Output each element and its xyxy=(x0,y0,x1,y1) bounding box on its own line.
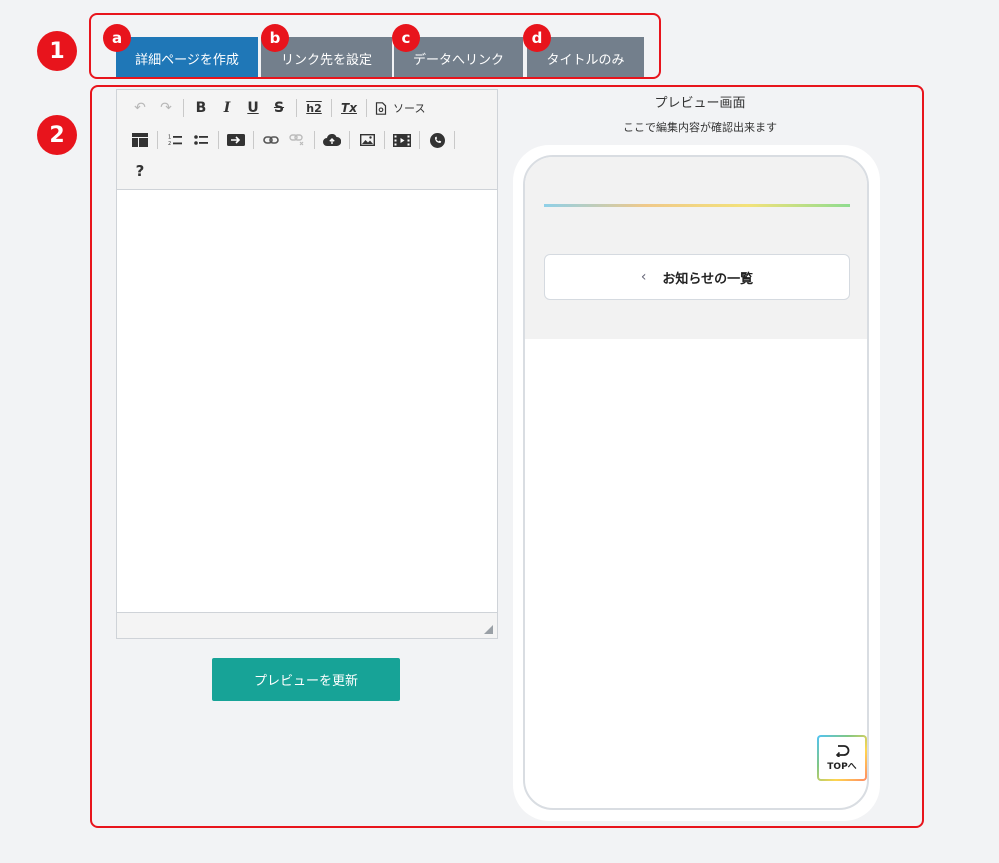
back-to-top-button[interactable]: TOPへ xyxy=(817,735,867,781)
editor-toolbar: ↶ ↷ B I U S h2 Tx ソース 1 2 ? xyxy=(117,90,497,190)
toolbar-separator xyxy=(331,99,332,117)
insert-button-icon[interactable] xyxy=(223,127,249,153)
bullet-list-icon[interactable] xyxy=(188,127,214,153)
undo-icon[interactable]: ↶ xyxy=(127,95,153,121)
notice-list-button[interactable]: ‹ お知らせの一覧 xyxy=(544,254,850,300)
editor-status-bar xyxy=(117,612,497,638)
notice-list-label: お知らせの一覧 xyxy=(662,271,754,287)
top-button-label: TOPへ xyxy=(827,761,857,772)
toolbar-separator xyxy=(253,131,254,149)
source-label: ソース xyxy=(393,102,426,115)
phone-icon[interactable] xyxy=(424,127,450,153)
rich-text-editor: ↶ ↷ B I U S h2 Tx ソース 1 2 ? xyxy=(116,89,498,639)
marker-2: 2 xyxy=(37,115,77,155)
redo-icon[interactable]: ↷ xyxy=(153,95,179,121)
cloud-upload-icon[interactable] xyxy=(319,127,345,153)
svg-text:1: 1 xyxy=(168,135,171,141)
underline-button[interactable]: U xyxy=(240,95,266,121)
image-icon[interactable] xyxy=(354,127,380,153)
help-icon[interactable]: ? xyxy=(127,158,153,184)
svg-text:2: 2 xyxy=(168,141,171,146)
return-arrow-icon xyxy=(835,744,850,757)
clear-format-button[interactable]: Tx xyxy=(336,95,362,121)
preview-title: プレビュー画面 xyxy=(654,96,746,111)
tab-create-detail-page[interactable]: 詳細ページを作成 xyxy=(116,37,258,77)
toolbar-separator xyxy=(314,131,315,149)
editor-content-area[interactable] xyxy=(117,191,497,612)
table-icon[interactable] xyxy=(127,127,153,153)
marker-1: 1 xyxy=(37,31,77,71)
unlink-icon[interactable] xyxy=(284,127,310,153)
toolbar-separator xyxy=(183,99,184,117)
marker-b: b xyxy=(261,24,289,52)
update-preview-button[interactable]: プレビューを更新 xyxy=(212,658,400,701)
toolbar-separator xyxy=(157,131,158,149)
video-icon[interactable] xyxy=(389,127,415,153)
preview-subtitle: ここで編集内容が確認出来ます xyxy=(623,121,777,134)
toolbar-separator xyxy=(419,131,420,149)
toolbar-separator xyxy=(366,99,367,117)
resize-handle-icon[interactable] xyxy=(484,625,493,634)
source-document-icon xyxy=(375,101,387,115)
italic-button[interactable]: I xyxy=(214,95,240,121)
toolbar-separator xyxy=(384,131,385,149)
gradient-divider xyxy=(544,204,850,207)
phone-screen: ‹ お知らせの一覧 TOPへ xyxy=(523,155,869,810)
link-icon[interactable] xyxy=(258,127,284,153)
phone-header: ‹ お知らせの一覧 xyxy=(525,157,867,339)
marker-d: d xyxy=(523,24,551,52)
toolbar-separator xyxy=(454,131,455,149)
ordered-list-icon[interactable]: 12 xyxy=(162,127,188,153)
chevron-left-icon: ‹ xyxy=(640,269,647,285)
toolbar-separator xyxy=(349,131,350,149)
bold-button[interactable]: B xyxy=(188,95,214,121)
marker-a: a xyxy=(103,24,131,52)
marker-c: c xyxy=(392,24,420,52)
toolbar-separator xyxy=(218,131,219,149)
source-button[interactable]: ソース xyxy=(371,95,429,121)
strikethrough-button[interactable]: S xyxy=(266,95,292,121)
toolbar-separator xyxy=(296,99,297,117)
heading-button[interactable]: h2 xyxy=(301,95,327,121)
